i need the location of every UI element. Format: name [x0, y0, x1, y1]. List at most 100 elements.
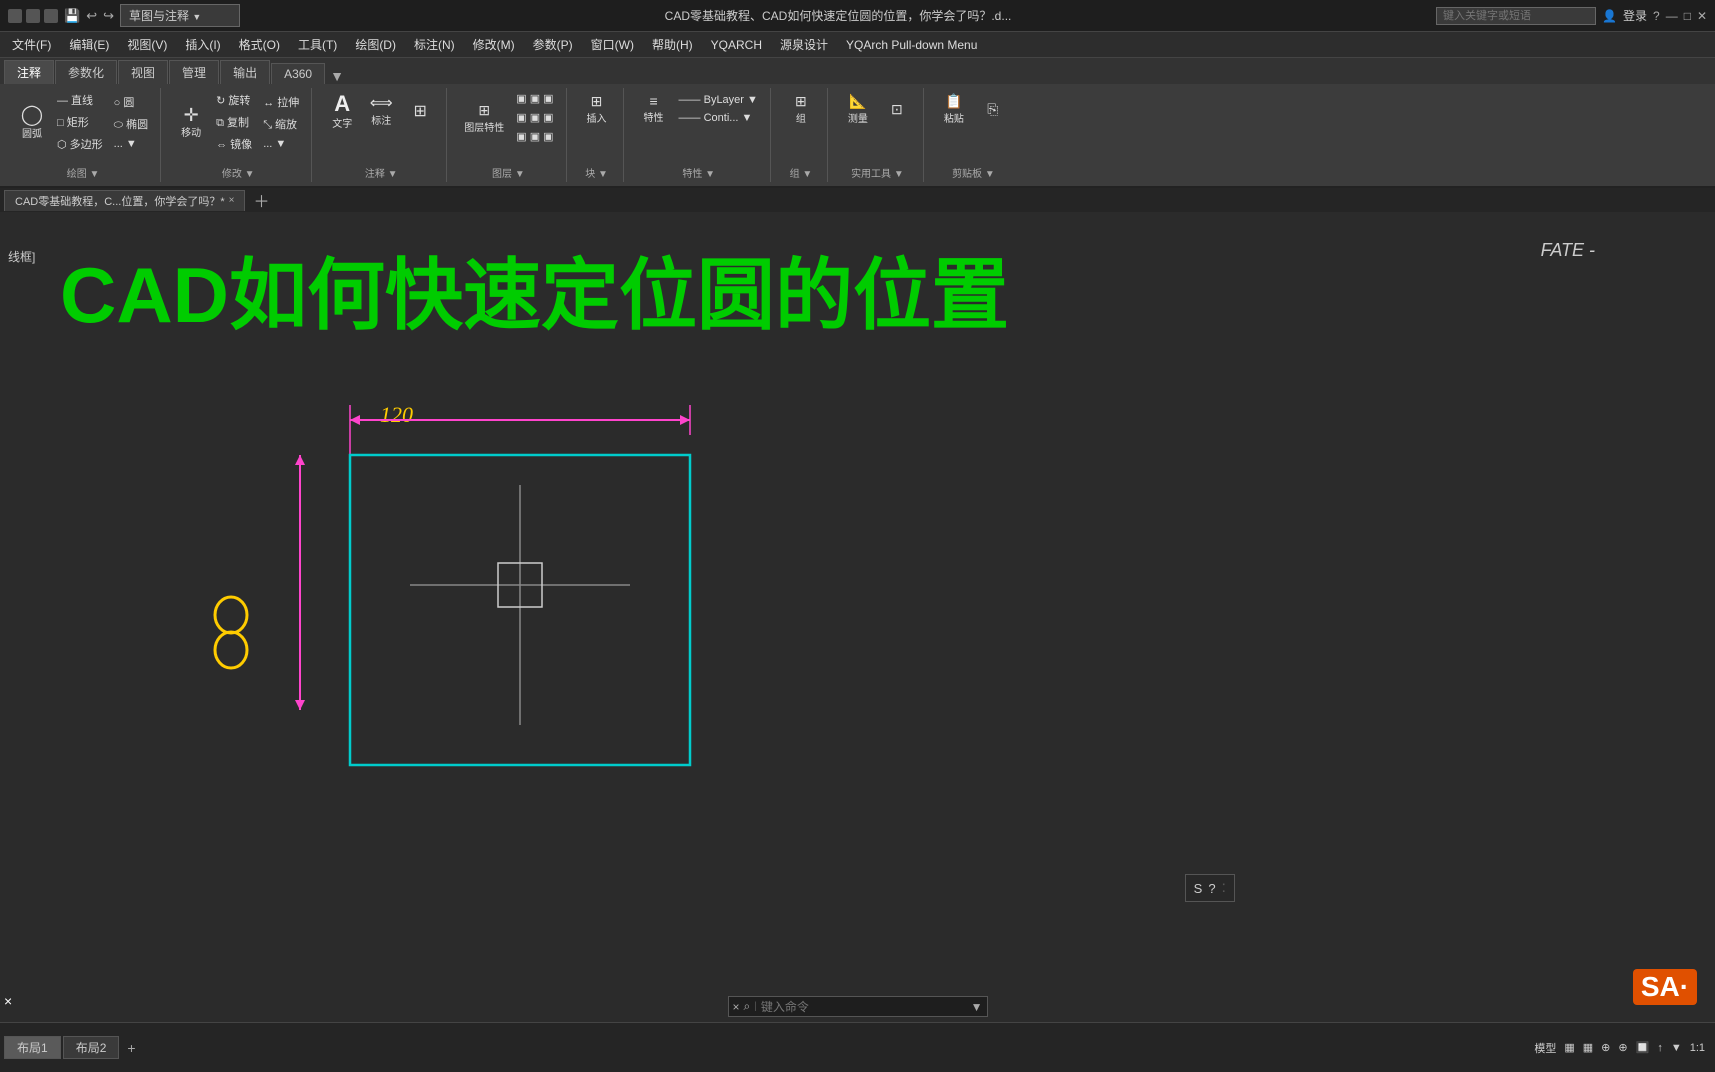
- win-btn-3[interactable]: [44, 9, 58, 23]
- ribbon-tabs: 注释 参数化 视图 管理 输出 A360 ▼: [0, 58, 1715, 84]
- ribbon-tab-view[interactable]: 视图: [118, 60, 168, 84]
- anno-btn-text[interactable]: A 文字: [324, 90, 360, 133]
- ribbon-group-modify: ✛移动 ↻ 旋转 ⧉ 复制 ⇔ 镜像 ↔ 拉伸 ⤡ 缩放 ... ▼ 修改 ▼: [165, 88, 312, 182]
- float-q-btn[interactable]: ?: [1208, 881, 1215, 896]
- main-title: CAD如何快速定位圆的位置: [60, 256, 1009, 334]
- menu-annotate[interactable]: 标注(N): [406, 34, 463, 55]
- snap-icon[interactable]: ▦: [1583, 1041, 1593, 1054]
- modify-btn-move[interactable]: ✛移动: [173, 103, 209, 142]
- undo-icon[interactable]: ↩: [86, 8, 97, 24]
- ribbon-group-clipboard: 📋 粘贴 ⎘ 剪贴板 ▼: [928, 88, 1019, 182]
- account-icon[interactable]: 👤: [1602, 9, 1617, 23]
- ribbon-tab-manage[interactable]: 管理: [169, 60, 219, 84]
- draw-btn-poly[interactable]: ⬡ 多边形: [53, 134, 107, 154]
- group-btn-group[interactable]: ⊞ 组: [783, 90, 819, 128]
- add-layout-btn[interactable]: +: [121, 1040, 141, 1056]
- menu-yuanquan[interactable]: 源泉设计: [772, 34, 836, 55]
- block-btn-insert[interactable]: ⊞ 插入: [579, 90, 615, 128]
- layer-btn-1[interactable]: ▣ ▣ ▣: [512, 90, 557, 107]
- cmd-close-btn[interactable]: ×: [733, 1000, 740, 1014]
- draw-btn-circle2[interactable]: ○ 圆: [110, 92, 152, 112]
- canvas-area[interactable]: 线框] CAD如何快速定位圆的位置 120: [0, 240, 1715, 1022]
- anno-btn-dim[interactable]: ⟺ 标注: [363, 93, 399, 130]
- menu-edit[interactable]: 编辑(E): [61, 34, 117, 55]
- menu-help[interactable]: 帮助(H): [644, 34, 701, 55]
- menu-pulldown[interactable]: YQArch Pull-down Menu: [838, 36, 985, 54]
- anno-btn-table[interactable]: ⊞: [402, 101, 438, 123]
- utility-buttons: 📐 测量 ⊡: [840, 90, 915, 128]
- login-label[interactable]: 登录: [1623, 7, 1647, 24]
- maximize-icon[interactable]: □: [1684, 9, 1691, 23]
- modify-btn-copy[interactable]: ⧉ 复制: [212, 112, 256, 132]
- ribbon-tab-a360[interactable]: A360: [271, 63, 325, 84]
- props-btn-props[interactable]: ≡ 特性: [636, 90, 672, 127]
- menu-tools[interactable]: 工具(T): [290, 34, 345, 55]
- down-icon[interactable]: ▼: [1671, 1042, 1682, 1054]
- menu-modify[interactable]: 修改(M): [465, 34, 523, 55]
- menu-file[interactable]: 文件(F): [4, 34, 59, 55]
- layout-tab-1[interactable]: 布局1: [4, 1036, 61, 1059]
- status-bar: 布局1 布局2 + 模型 ▦ ▦ ⊕ ⊕ 🔲 ↑ ▼ 1:1: [0, 1022, 1715, 1072]
- draw-btn-rect[interactable]: □ 矩形: [53, 112, 107, 132]
- ribbon-tab-annotate[interactable]: 注释: [4, 60, 54, 84]
- util-btn-calc[interactable]: ⊡: [879, 98, 915, 121]
- modify-btn-more[interactable]: ... ▼: [259, 136, 303, 152]
- modify-btn-scale[interactable]: ⤡ 缩放: [259, 114, 303, 134]
- model-label[interactable]: 模型: [1534, 1040, 1556, 1056]
- doc-tab-close[interactable]: ×: [229, 195, 235, 206]
- sa-logo[interactable]: SA·: [1625, 962, 1705, 1012]
- props-group-label: 特性 ▼: [682, 165, 715, 180]
- draw-btn-ellipse[interactable]: ⬭ 椭圆: [110, 114, 152, 134]
- modify-btn-rotate[interactable]: ↻ 旋转: [212, 90, 256, 110]
- up-icon[interactable]: ↑: [1657, 1042, 1663, 1054]
- help-icon[interactable]: ?: [1653, 9, 1660, 23]
- corner-label: 线框]: [8, 248, 35, 265]
- modify-btn-stretch[interactable]: ↔ 拉伸: [259, 92, 303, 112]
- window-close-icon[interactable]: ✕: [1697, 9, 1707, 23]
- block-buttons: ⊞ 插入: [579, 90, 615, 128]
- search-input[interactable]: [1436, 7, 1596, 25]
- polar-icon[interactable]: ⊕: [1618, 1041, 1627, 1054]
- menu-format[interactable]: 格式(O): [231, 34, 288, 55]
- clipboard-btn-paste[interactable]: 📋 粘贴: [936, 90, 972, 128]
- minimize-icon[interactable]: —: [1666, 9, 1678, 23]
- float-s-btn[interactable]: S: [1194, 881, 1203, 896]
- ortho-icon[interactable]: ⊕: [1601, 1041, 1610, 1054]
- grid-icon[interactable]: ▦: [1564, 1041, 1574, 1054]
- layout-tab-2[interactable]: 布局2: [63, 1036, 120, 1059]
- menu-insert[interactable]: 插入(I): [177, 34, 228, 55]
- clipboard-btn-copy[interactable]: ⎘: [975, 98, 1011, 121]
- ribbon-tab-output[interactable]: 输出: [220, 60, 270, 84]
- modify-btn-mirror[interactable]: ⇔ 镜像: [212, 134, 256, 154]
- menu-draw[interactable]: 绘图(D): [347, 34, 404, 55]
- draw-btn-more[interactable]: ... ▼: [110, 136, 152, 152]
- draw-btn-line[interactable]: — 直线: [53, 90, 107, 110]
- toolbar-dropdown[interactable]: 草图与注释 ▼: [120, 4, 240, 27]
- window-title: CAD零基础教程、CAD如何快速定位圆的位置，你学会了吗？.d...: [246, 7, 1430, 24]
- redo-icon[interactable]: ↪: [103, 8, 114, 24]
- layer-btn-props[interactable]: ⊞ 图层特性: [459, 99, 509, 137]
- menu-yqarch[interactable]: YQARCH: [703, 36, 770, 54]
- util-btn-measure[interactable]: 📐 测量: [840, 90, 876, 128]
- win-btn-1[interactable]: [8, 9, 22, 23]
- save-icon[interactable]: 💾: [64, 8, 80, 24]
- snap2-icon[interactable]: 🔲: [1636, 1041, 1650, 1054]
- command-input[interactable]: [761, 1000, 967, 1014]
- menu-params[interactable]: 参数(P): [525, 34, 581, 55]
- ribbon-tab-more[interactable]: ▼: [330, 68, 344, 84]
- doc-tab-1[interactable]: CAD零基础教程，C...位置，你学会了吗？* ×: [4, 190, 245, 211]
- left-close-x[interactable]: ×: [4, 993, 12, 1009]
- props-linetype[interactable]: —— ByLayer ▼: [675, 92, 762, 108]
- cmd-arrow-btn[interactable]: ▼: [971, 1000, 983, 1014]
- title-right-actions: 👤 登录 ? — □ ✕: [1436, 7, 1707, 25]
- ribbon-tab-param[interactable]: 参数化: [55, 60, 117, 84]
- draw-btn-circle[interactable]: ◯圆弧: [14, 102, 50, 143]
- menu-view[interactable]: 视图(V): [119, 34, 175, 55]
- layer-btn-2[interactable]: ▣ ▣ ▣: [512, 109, 557, 126]
- layer-btn-3[interactable]: ▣ ▣ ▣: [512, 128, 557, 145]
- menu-window[interactable]: 窗口(W): [583, 34, 642, 55]
- new-tab-btn[interactable]: ＋: [247, 188, 275, 212]
- cmd-search-btn[interactable]: ⌕: [744, 999, 751, 1014]
- win-btn-2[interactable]: [26, 9, 40, 23]
- props-linetype2[interactable]: —— Conti... ▼: [675, 110, 762, 126]
